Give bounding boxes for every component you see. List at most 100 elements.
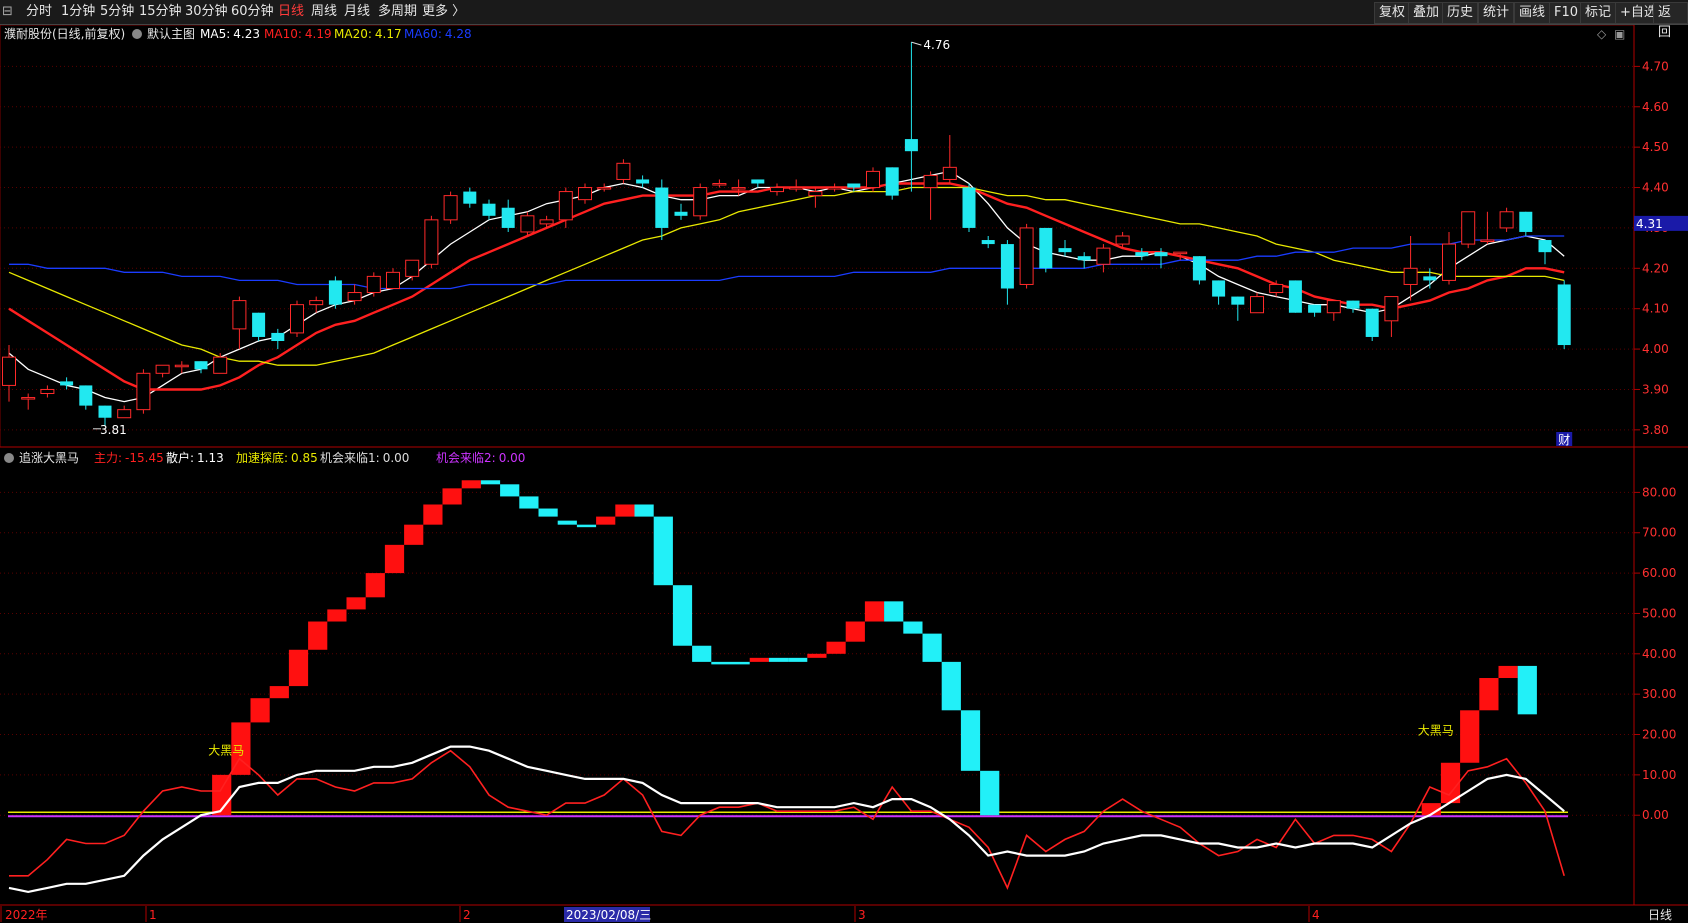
template-label[interactable]: 默认主图 bbox=[147, 26, 195, 41]
sanhu-label: 散户: 1.13 bbox=[166, 450, 224, 465]
momentum-block bbox=[692, 645, 712, 662]
period-tab-weekly[interactable]: 周线 bbox=[311, 0, 337, 24]
candle-body-down bbox=[1039, 227, 1053, 269]
momentum-block bbox=[768, 657, 789, 662]
period-tab-60min[interactable]: 60分钟 bbox=[231, 0, 274, 24]
f10-button[interactable]: F10 bbox=[1549, 2, 1584, 24]
mark-button[interactable]: 标记 bbox=[1580, 2, 1617, 24]
momentum-block bbox=[845, 621, 865, 642]
candle-body-up bbox=[770, 187, 784, 193]
candle-body-down bbox=[1154, 252, 1168, 257]
price-tick-label: 3.90 bbox=[1642, 382, 1669, 396]
sub-tick-label: 30.00 bbox=[1642, 687, 1676, 701]
period-tab-more[interactable]: 更多 〉 bbox=[422, 0, 465, 24]
momentum-block bbox=[807, 653, 827, 658]
diamond-icon[interactable]: ◇ bbox=[1597, 27, 1607, 41]
momentum-block bbox=[749, 657, 769, 662]
sub-tick-label: 70.00 bbox=[1642, 526, 1676, 540]
overlay-button[interactable]: 叠加 bbox=[1408, 2, 1445, 24]
candle-body-up bbox=[1173, 251, 1188, 255]
candle-body-up bbox=[520, 215, 535, 233]
candle-body-up bbox=[424, 219, 439, 265]
period-tab-fenshi[interactable]: 分时 bbox=[26, 0, 52, 24]
momentum-block bbox=[365, 573, 385, 598]
period-tab-30min[interactable]: 30分钟 bbox=[185, 0, 228, 24]
momentum-block bbox=[269, 686, 289, 699]
candle-body-up bbox=[616, 162, 631, 180]
period-tab-multi[interactable]: 多周期 bbox=[378, 0, 417, 24]
period-tab-5min[interactable]: 5分钟 bbox=[100, 0, 134, 24]
window-icon[interactable]: ▣ bbox=[1614, 27, 1625, 41]
candle-body-down bbox=[271, 332, 285, 341]
price-tick-label: 4.20 bbox=[1642, 261, 1669, 275]
candle-body-down bbox=[79, 385, 93, 406]
candle-body-up bbox=[405, 259, 420, 277]
ma5-label: MA5: 4.23 bbox=[200, 27, 260, 41]
ma20-label: MA20: 4.17 bbox=[334, 27, 402, 41]
candle-body-up bbox=[827, 187, 842, 190]
indicator-name[interactable]: 追涨大黑马 bbox=[19, 450, 79, 465]
momentum-block bbox=[1460, 710, 1480, 763]
momentum-block bbox=[327, 609, 347, 622]
momentum-block bbox=[922, 633, 942, 662]
jiasu-tandi-label: 加速探底: 0.85 bbox=[236, 450, 318, 465]
stock-chart[interactable]: 4.763.81财 大黑马大黑马 4.704.604.504.404.304.2… bbox=[0, 25, 1688, 923]
candle-body-up bbox=[40, 388, 55, 395]
low-label: 3.81 bbox=[100, 423, 127, 437]
da-hei-ma-annotation: 大黑马 bbox=[1418, 724, 1454, 738]
candle-body-up bbox=[21, 397, 36, 400]
indicator-dropdown-icon[interactable] bbox=[4, 453, 14, 463]
candle-body-up bbox=[443, 195, 458, 221]
candle-body-down bbox=[981, 240, 995, 245]
candle-body-down bbox=[1192, 256, 1206, 281]
menu-icon[interactable]: ⊟ bbox=[2, 0, 20, 24]
period-tab-1min[interactable]: 1分钟 bbox=[61, 0, 95, 24]
momentum-block bbox=[634, 504, 654, 517]
candle-body-down bbox=[655, 187, 669, 228]
template-dropdown-icon[interactable] bbox=[132, 29, 142, 39]
ma10-label: MA10: 4.19 bbox=[264, 27, 332, 41]
candle-body-up bbox=[731, 187, 746, 190]
candle-body-down bbox=[1058, 248, 1072, 253]
candle-body-up bbox=[866, 170, 880, 189]
momentum-block bbox=[461, 480, 481, 489]
candle-body-up bbox=[1461, 211, 1476, 245]
price-tick-label: 4.50 bbox=[1642, 140, 1669, 154]
momentum-block bbox=[576, 524, 597, 528]
price-tick-label: 4.40 bbox=[1642, 181, 1669, 195]
jihui2-label: 机会来临2: 0.00 bbox=[436, 451, 525, 465]
candle-body-down bbox=[1212, 280, 1226, 297]
sub-tick-label: 40.00 bbox=[1642, 647, 1676, 661]
ma5-line bbox=[8, 170, 1565, 403]
candle-body-down bbox=[1077, 256, 1091, 261]
candle-body-down bbox=[98, 405, 112, 418]
price-tick-label: 4.00 bbox=[1642, 342, 1669, 356]
fuquan-button[interactable]: 复权 bbox=[1374, 2, 1411, 24]
candle-body-down bbox=[1308, 304, 1322, 313]
candle-body-up bbox=[213, 356, 228, 374]
candle-body-up bbox=[1384, 296, 1399, 322]
momentum-block bbox=[615, 504, 635, 517]
draw-button[interactable]: 画线 bbox=[1514, 2, 1551, 24]
momentum-block bbox=[711, 661, 731, 665]
momentum-block bbox=[1479, 678, 1499, 711]
momentum-block bbox=[519, 496, 539, 509]
price-axis: 4.704.604.504.404.304.204.104.003.903.80… bbox=[1634, 59, 1688, 437]
stock-title[interactable]: 濮耐股份(日线,前复权) bbox=[4, 26, 125, 41]
history-button[interactable]: 历史 bbox=[1442, 2, 1479, 24]
momentum-block bbox=[500, 484, 520, 497]
candle-body-up bbox=[578, 187, 592, 201]
momentum-block bbox=[826, 641, 846, 654]
period-tab-daily[interactable]: 日线 bbox=[278, 0, 304, 24]
candle-body-down bbox=[636, 179, 650, 184]
candle-body-up bbox=[539, 219, 554, 225]
back-button[interactable]: 返回 bbox=[1653, 2, 1688, 40]
candle-body-up bbox=[1019, 227, 1034, 285]
stats-button[interactable]: 统计 bbox=[1478, 2, 1515, 24]
candle-body-down bbox=[1538, 240, 1552, 253]
period-label[interactable]: 日线 bbox=[1648, 908, 1672, 922]
period-tab-monthly[interactable]: 月线 bbox=[344, 0, 370, 24]
candle-body-down bbox=[904, 139, 918, 152]
period-tab-15min[interactable]: 15分钟 bbox=[139, 0, 182, 24]
grid bbox=[0, 65, 1634, 816]
